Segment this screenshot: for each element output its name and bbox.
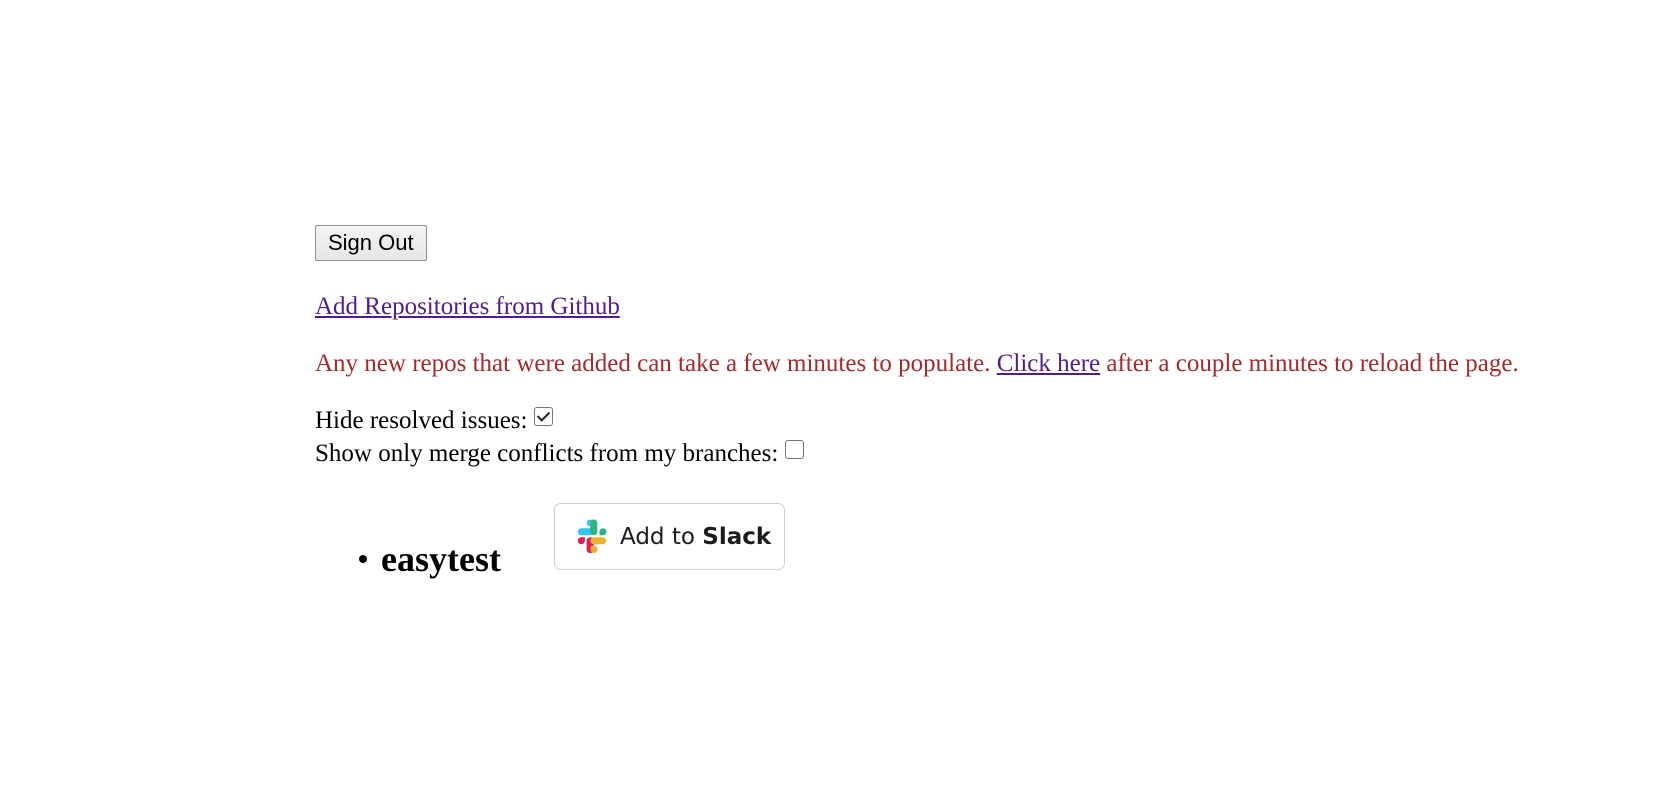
repos-populating-notice: Any new repos that were added can take a… xyxy=(315,349,1519,379)
add-to-slack-label: Add to Slack xyxy=(620,524,771,550)
filter-options: Hide resolved issues: Show only merge co… xyxy=(315,404,1519,470)
slack-logo-icon xyxy=(577,518,607,553)
repo-list: easytest Add to Slack xyxy=(315,503,1519,579)
notice-text-after: after a couple minutes to reload the pag… xyxy=(1100,350,1519,377)
add-repositories-link[interactable]: Add Repositories from Github xyxy=(315,292,1519,322)
add-to-slack-button[interactable]: Add to Slack xyxy=(554,503,785,570)
reload-page-link[interactable]: Click here xyxy=(997,350,1100,377)
hide-resolved-checkbox[interactable] xyxy=(534,407,554,426)
page: Sign Out Add Repositories from Github An… xyxy=(0,0,1680,797)
merge-conflicts-option: Show only merge conflicts from my branch… xyxy=(315,437,1519,470)
notice-text-before: Any new repos that were added can take a… xyxy=(315,350,997,377)
slack-brand-text: Slack xyxy=(702,523,772,550)
merge-conflicts-label: Show only merge conflicts from my branch… xyxy=(315,440,779,467)
repo-name: easytest xyxy=(381,539,501,579)
main-content: Sign Out Add Repositories from Github An… xyxy=(315,225,1519,579)
sign-out-button[interactable]: Sign Out xyxy=(315,225,427,261)
merge-conflicts-checkbox[interactable] xyxy=(785,440,805,459)
hide-resolved-option: Hide resolved issues: xyxy=(315,404,1519,437)
bullet-icon xyxy=(359,555,367,563)
list-item: easytest xyxy=(359,539,501,579)
hide-resolved-label: Hide resolved issues: xyxy=(315,407,528,434)
add-to-slack-prefix: Add to xyxy=(620,523,703,550)
